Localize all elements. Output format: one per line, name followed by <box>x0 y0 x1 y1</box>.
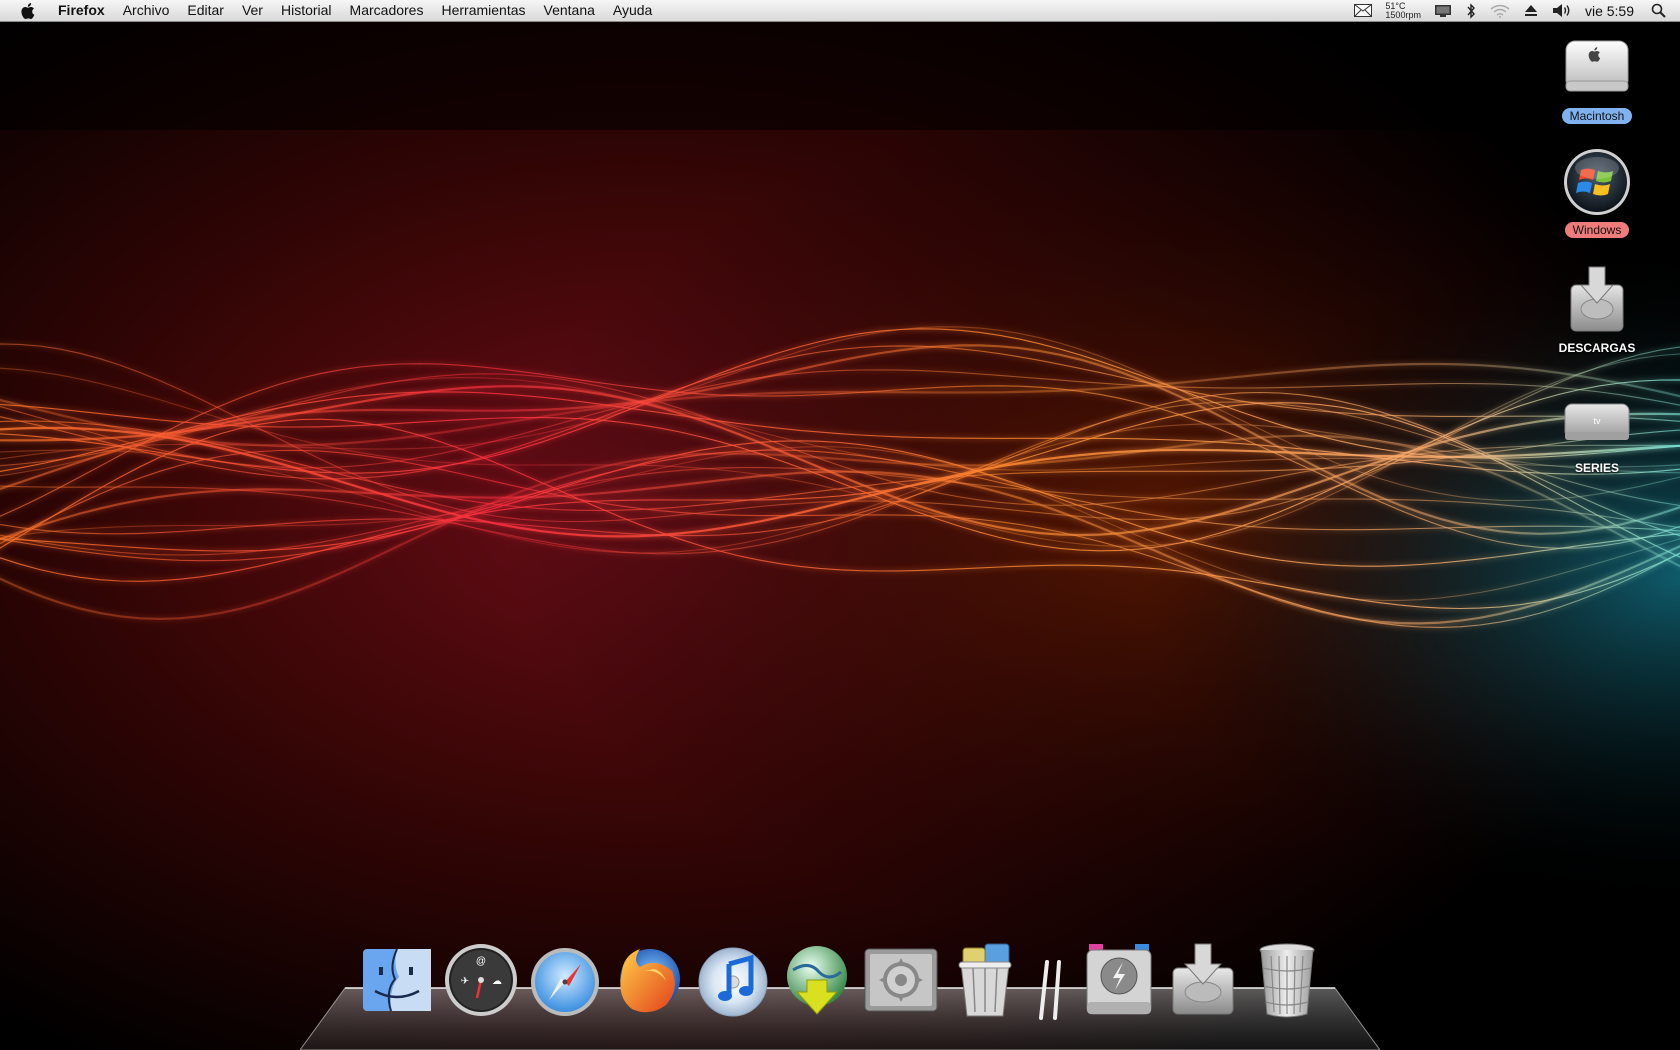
desktop-icon-label: DESCARGAS <box>1558 341 1636 355</box>
fan-speed-reading: 1500rpm <box>1385 9 1421 20</box>
desktop-icon-descargas[interactable]: DESCARGAS <box>1537 264 1657 356</box>
dock-separator <box>1031 940 1073 1020</box>
dock: @ ✈ ☁ <box>355 940 1329 1020</box>
downloads-stack-icon[interactable] <box>1163 940 1243 1020</box>
dashboard-icon[interactable]: @ ✈ ☁ <box>441 940 521 1020</box>
display-icon[interactable] <box>1434 0 1452 21</box>
desktop-icon-macintosh[interactable]: Macintosh <box>1537 32 1657 124</box>
apple-menu-icon[interactable] <box>20 2 38 20</box>
safari-icon[interactable] <box>525 940 605 1020</box>
mac-mini-drive-icon <box>1561 32 1633 104</box>
mail-icon[interactable] <box>1354 0 1373 21</box>
desktop-wallpaper <box>0 0 1680 1050</box>
volume-icon[interactable] <box>1552 0 1572 21</box>
desktop-icon-label: Windows <box>1564 222 1630 238</box>
desktop-icon-series[interactable]: tv SERIES <box>1537 384 1657 476</box>
downloads-drive-icon <box>1561 264 1633 336</box>
menubar-clock[interactable]: vie 5:59 <box>1585 3 1634 19</box>
menu-ver[interactable]: Ver <box>233 0 272 21</box>
cleaner-trash-icon[interactable] <box>945 940 1025 1020</box>
spotlight-icon[interactable] <box>1651 0 1666 21</box>
bluetooth-icon[interactable] <box>1466 0 1476 21</box>
system-preferences-icon[interactable] <box>861 940 941 1020</box>
menu-marcadores[interactable]: Marcadores <box>341 0 433 21</box>
svg-text:☁: ☁ <box>492 976 502 987</box>
applications-stack-icon[interactable] <box>1079 940 1159 1020</box>
itunes-icon[interactable] <box>693 940 773 1020</box>
trash-icon[interactable] <box>1247 940 1327 1020</box>
transmission-icon[interactable] <box>777 940 857 1020</box>
menu-editar[interactable]: Editar <box>178 0 233 21</box>
menu-app-name[interactable]: Firefox <box>52 0 114 21</box>
svg-text:tv: tv <box>1593 416 1601 426</box>
svg-text:✈: ✈ <box>461 976 469 987</box>
status-menus: 51°C 1500rpm vie 5:59 <box>1347 0 1680 21</box>
eject-icon[interactable] <box>1524 0 1538 21</box>
desktop-icon-windows[interactable]: Windows <box>1537 146 1657 238</box>
temperature-monitor[interactable]: 51°C 1500rpm <box>1385 1 1421 20</box>
menu-herramientas[interactable]: Herramientas <box>432 0 534 21</box>
menu-ayuda[interactable]: Ayuda <box>604 0 661 21</box>
apple-tv-drive-icon: tv <box>1561 384 1633 456</box>
windows-drive-icon <box>1561 146 1633 218</box>
desktop-icon-label: Macintosh <box>1561 108 1633 124</box>
menu-ventana[interactable]: Ventana <box>535 0 604 21</box>
svg-text:@: @ <box>476 956 486 967</box>
desktop-icon-label: SERIES <box>1574 461 1619 475</box>
finder-icon[interactable] <box>357 940 437 1020</box>
menu-archivo[interactable]: Archivo <box>114 0 179 21</box>
menu-bar: Firefox Archivo Editar Ver Historial Mar… <box>0 0 1680 22</box>
firefox-icon[interactable] <box>609 940 689 1020</box>
menu-historial[interactable]: Historial <box>272 0 341 21</box>
wifi-icon[interactable] <box>1490 0 1510 21</box>
